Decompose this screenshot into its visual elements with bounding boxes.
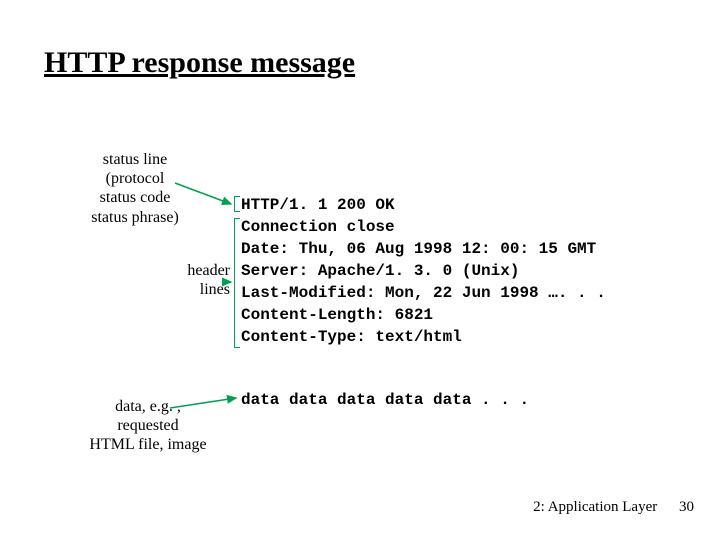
footer-chapter: 2: Application Layer xyxy=(533,499,657,515)
footer-page-number: 30 xyxy=(679,499,694,515)
arrow-status xyxy=(0,0,720,540)
slide-footer: 2: Application Layer 30 xyxy=(533,499,694,516)
